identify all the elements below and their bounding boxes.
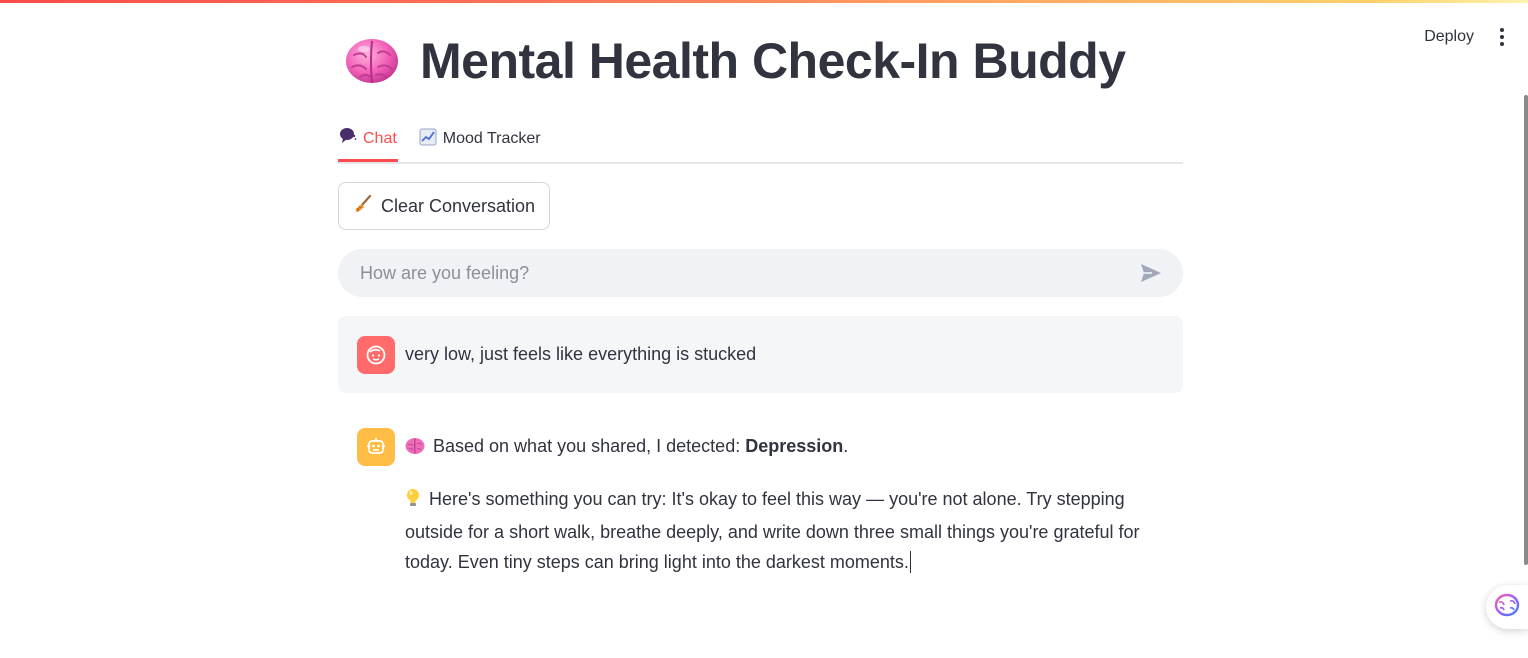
- assistant-message: Based on what you shared, I detected: De…: [357, 428, 1183, 577]
- chat-input[interactable]: [358, 261, 1139, 285]
- page-scrollbar[interactable]: [1524, 95, 1528, 565]
- top-decoration-bar: [0, 0, 1528, 3]
- tab-chat[interactable]: Chat: [338, 118, 398, 162]
- page-title: Mental Health Check-In Buddy: [420, 33, 1126, 89]
- user-message-text: very low, just feels like everything is …: [405, 344, 757, 364]
- light-bulb-icon: [405, 487, 421, 517]
- deploy-button[interactable]: Deploy: [1424, 28, 1474, 46]
- tab-mood-tracker[interactable]: Mood Tracker: [418, 118, 542, 160]
- chart-increasing-icon: [419, 128, 437, 151]
- suggestion-paragraph: Here's something you can try: It's okay …: [405, 484, 1165, 577]
- tab-mood-tracker-label: Mood Tracker: [442, 130, 541, 147]
- brain-icon: [1494, 593, 1520, 622]
- detection-line: Based on what you shared, I detected: De…: [405, 431, 1165, 464]
- app-toolbar: Deploy: [1424, 26, 1506, 48]
- brain-icon: [344, 33, 400, 89]
- tab-chat-label: Chat: [363, 129, 397, 147]
- clear-conversation-button[interactable]: Clear Conversation: [338, 182, 550, 230]
- speech-bubble-icon: [339, 127, 357, 150]
- detected-condition: Depression: [745, 436, 844, 456]
- chat-input-container: [338, 249, 1183, 297]
- page-header: Mental Health Check-In Buddy: [344, 32, 1126, 90]
- detection-suffix: .: [843, 436, 849, 456]
- broom-icon: [353, 194, 373, 219]
- text-caret: [909, 551, 911, 573]
- clear-conversation-label: Clear Conversation: [380, 195, 536, 216]
- user-face-icon: [357, 335, 395, 374]
- brain-icon: [405, 434, 425, 464]
- send-icon[interactable]: [1139, 261, 1163, 285]
- floating-brain-button[interactable]: [1486, 585, 1528, 629]
- assistant-message-body: Based on what you shared, I detected: De…: [405, 428, 1165, 577]
- detection-prefix: Based on what you shared, I detected:: [433, 436, 746, 456]
- robot-icon: [357, 428, 395, 466]
- kebab-menu-icon[interactable]: [1500, 26, 1506, 48]
- user-message: very low, just feels like everything is …: [338, 316, 1183, 393]
- suggestion-text: Here's something you can try: It's okay …: [405, 489, 1140, 572]
- tab-bar: Chat Mood Tracker: [338, 118, 1183, 164]
